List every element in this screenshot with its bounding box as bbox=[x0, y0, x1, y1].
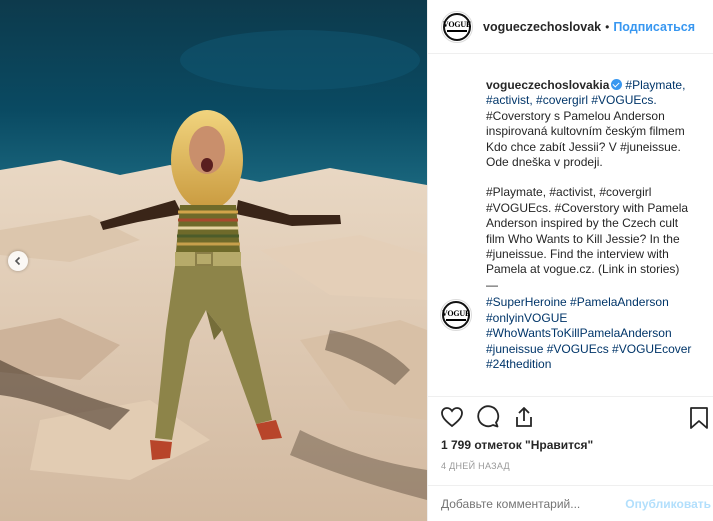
caption-line: Ode dneška v prodeji. bbox=[486, 155, 603, 170]
hashtag-link[interactable]: #juneissue #VOGUEcs #VOGUEcover bbox=[486, 342, 696, 357]
caption-separator: — bbox=[486, 277, 498, 292]
caption-username[interactable]: vogueczechoslovakia bbox=[486, 78, 609, 92]
avatar-ring: VOGUE bbox=[441, 301, 471, 330]
comment-text: #SuperHeroine #PamelaAnderson #onlyinVOG… bbox=[486, 295, 696, 372]
caption-line: #VOGUEcs. #Coverstory with Pamela bbox=[486, 200, 689, 215]
caption-line: film Who Wants to Kill Jessie? In the bbox=[486, 231, 680, 246]
add-comment-bar: Опубликовать bbox=[428, 485, 713, 521]
bookmark-icon[interactable] bbox=[688, 406, 710, 430]
caption-line: #activist, #covergirl #VOGUEcs. bbox=[486, 93, 657, 108]
action-bar bbox=[428, 396, 713, 436]
comment-input[interactable] bbox=[441, 496, 626, 511]
post-side-panel: VOGUE vogueczechoslovak • Подписаться vo… bbox=[427, 0, 713, 521]
follow-button[interactable]: Подписаться bbox=[613, 20, 695, 34]
caption-line: Kdo chce zabít Jessii? V #juneissue. bbox=[486, 139, 681, 154]
verified-badge-icon bbox=[611, 79, 623, 90]
caption-line: Pamela at vogue.cz. (Link in stories) bbox=[486, 262, 680, 277]
separator-dot: • bbox=[605, 19, 610, 34]
heart-icon[interactable] bbox=[440, 405, 464, 429]
avatar[interactable]: VOGUE bbox=[441, 10, 473, 43]
carousel-prev-button[interactable] bbox=[8, 251, 28, 271]
vogue-logo: VOGUE bbox=[442, 20, 472, 29]
chevron-left-icon bbox=[14, 256, 21, 266]
caption-line: inspirovaná kultovním českým filmem bbox=[486, 124, 685, 139]
post-header: VOGUE vogueczechoslovak • Подписаться bbox=[428, 0, 713, 54]
caption-line: vogueczechoslovakia #Playmate, bbox=[486, 78, 696, 93]
caption-line: #juneissue. Find the interview with bbox=[486, 247, 669, 262]
hashtag-link[interactable]: #onlyinVOGUE bbox=[486, 311, 696, 326]
caption: vogueczechoslovakia #Playmate, #activist,… bbox=[486, 78, 696, 293]
avatar-ring: VOGUE bbox=[442, 12, 472, 41]
caption-line: #Playmate, #activist, #covergirl bbox=[486, 185, 652, 200]
post-timestamp[interactable]: 4 ДНЕЙ НАЗАД bbox=[441, 461, 510, 471]
header-username[interactable]: vogueczechoslovak bbox=[483, 20, 601, 34]
logo-underline bbox=[446, 318, 466, 321]
photo-illustration bbox=[0, 0, 427, 521]
list-item: VOGUE #SuperHeroine #PamelaAnderson #onl… bbox=[440, 295, 700, 372]
likes-count[interactable]: 1 799 отметок "Нравится" bbox=[441, 438, 593, 452]
caption-line: Anderson inspired by the Czech cult bbox=[486, 216, 679, 231]
post-photo[interactable] bbox=[0, 0, 427, 521]
hashtag-link[interactable]: #WhoWantsToKillPamelaAnderson bbox=[486, 326, 696, 341]
hashtag-link[interactable]: #SuperHeroine #PamelaAnderson bbox=[486, 295, 696, 310]
share-icon[interactable] bbox=[512, 405, 536, 429]
logo-underline bbox=[447, 30, 467, 32]
avatar[interactable]: VOGUE bbox=[440, 299, 472, 332]
hashtag-link[interactable]: #24thedition bbox=[486, 357, 696, 372]
hashtag-link[interactable]: #Playmate, bbox=[625, 78, 685, 92]
instagram-post: VOGUE vogueczechoslovak • Подписаться vo… bbox=[0, 0, 713, 521]
publish-button[interactable]: Опубликовать bbox=[625, 497, 713, 511]
comments-section: vogueczechoslovakia #Playmate, #activist,… bbox=[428, 54, 713, 394]
speech-bubble-icon[interactable] bbox=[476, 404, 500, 429]
vogue-logo: VOGUE bbox=[441, 308, 471, 318]
caption-line: #Coverstory s Pamelou Anderson bbox=[486, 108, 665, 123]
